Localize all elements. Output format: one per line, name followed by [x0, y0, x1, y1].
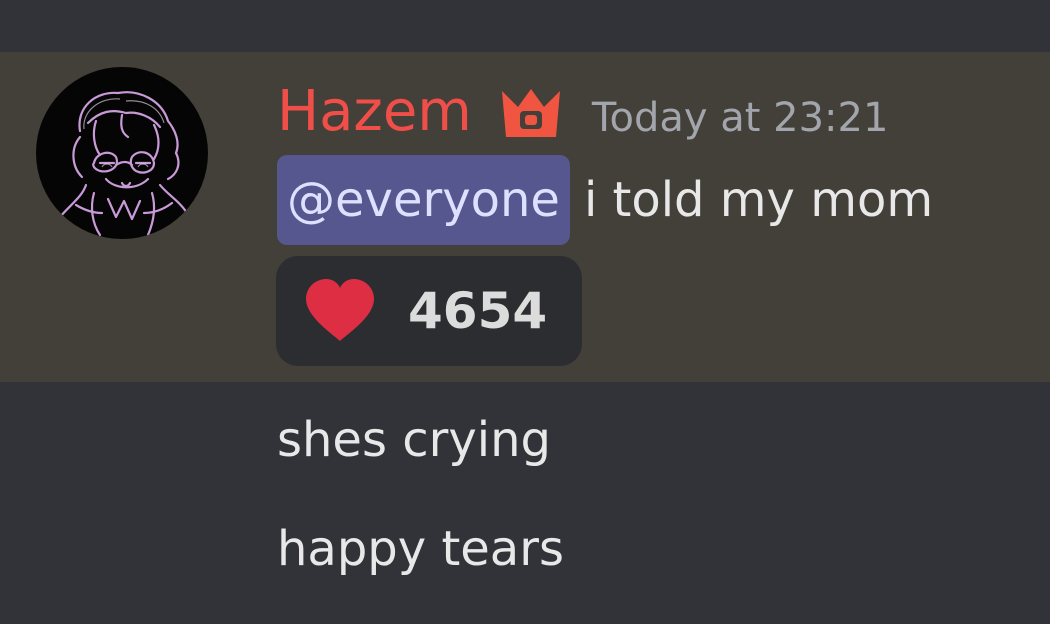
top-strip: [0, 0, 1050, 52]
avatar-image: [58, 91, 190, 237]
followup-message[interactable]: shes crying: [277, 408, 551, 472]
message-content: @everyone i told my mom: [277, 155, 933, 245]
message-text: i told my mom: [583, 172, 934, 228]
followup-message[interactable]: happy tears: [277, 517, 564, 581]
crown-icon: [498, 85, 564, 143]
reaction-count: 4654: [408, 282, 548, 340]
heart-icon: [304, 279, 376, 343]
avatar[interactable]: [36, 67, 208, 239]
timestamp[interactable]: Today at 23:21: [592, 88, 889, 148]
reaction-button[interactable]: 4654: [276, 256, 582, 366]
highlighted-message[interactable]: Hazem Today at 23:21 @everyone i told my…: [0, 52, 1050, 382]
username[interactable]: Hazem: [277, 77, 472, 147]
mention-everyone[interactable]: @everyone: [277, 155, 570, 245]
message-header: Hazem Today at 23:21: [277, 72, 888, 152]
